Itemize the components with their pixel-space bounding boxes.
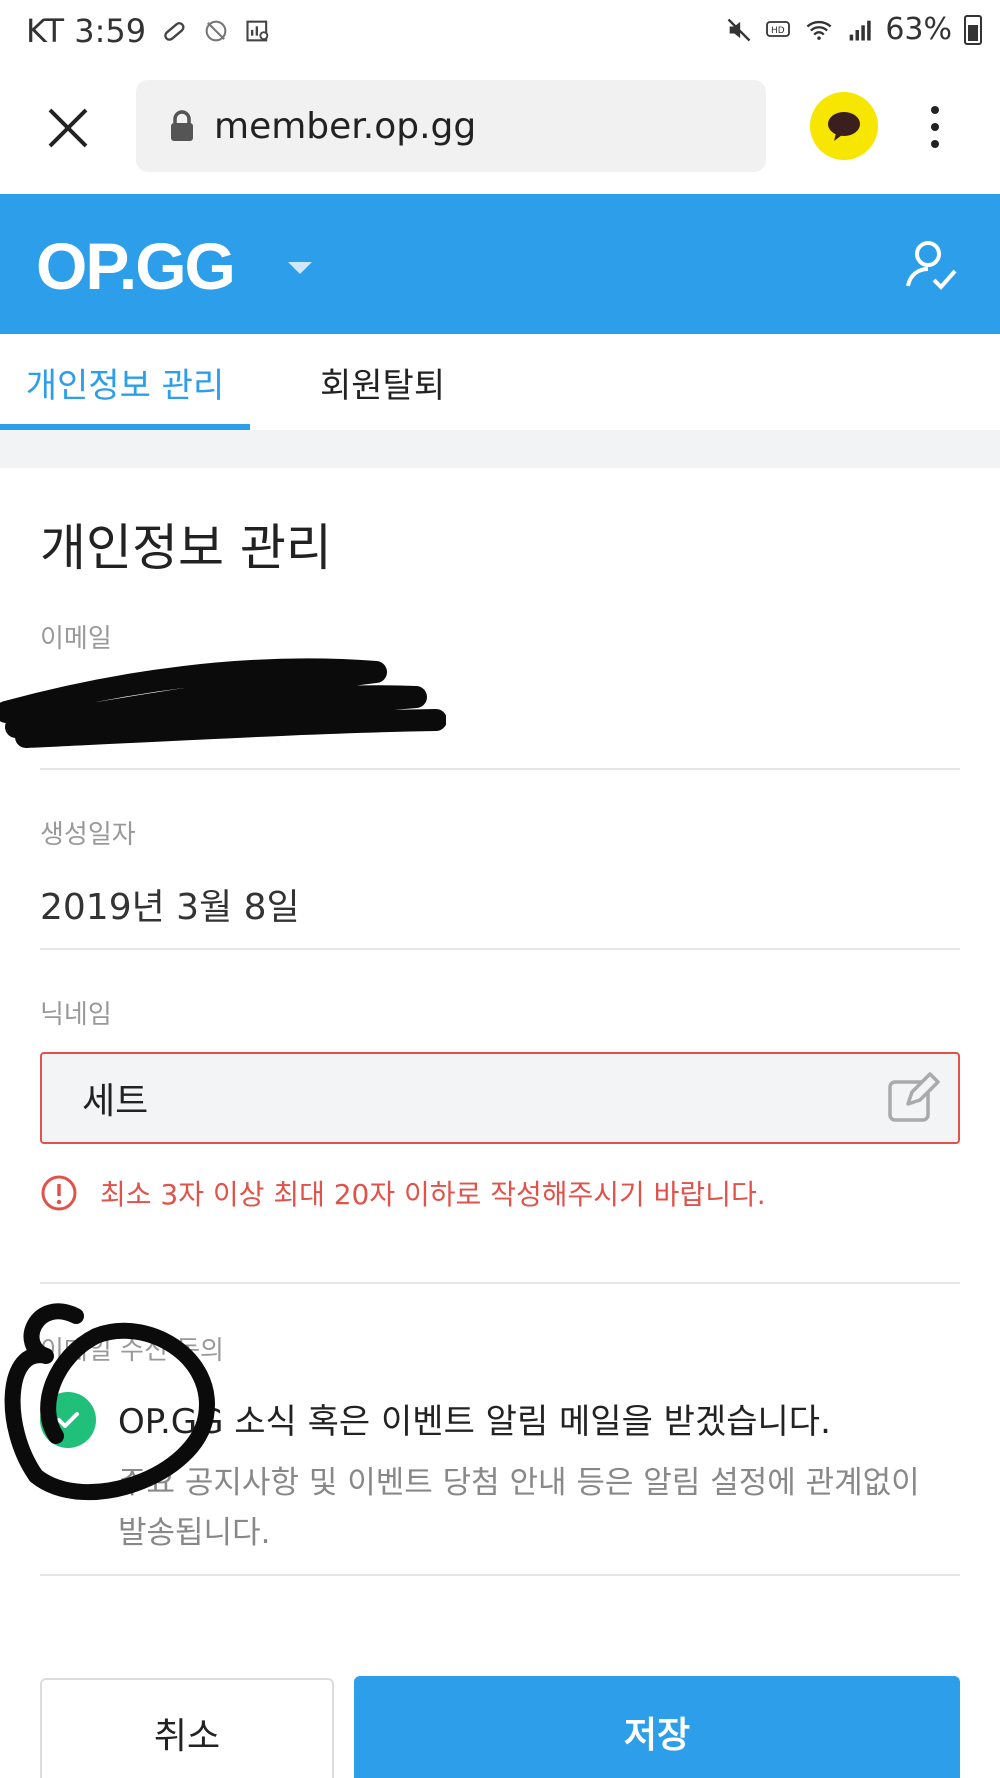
- divider: [40, 1282, 960, 1284]
- divider: [40, 768, 960, 770]
- wifi-icon: [806, 20, 832, 40]
- status-bar: KT 3:59 HD 63%: [0, 0, 1000, 60]
- user-check-icon[interactable]: [902, 236, 960, 294]
- battery-percent: 63%: [885, 12, 952, 47]
- circle-scribble: [4, 1303, 215, 1500]
- close-icon[interactable]: [44, 104, 92, 152]
- site-header: OP.GG: [0, 194, 1000, 334]
- divider: [40, 948, 960, 950]
- battery-icon: [964, 14, 982, 45]
- chart-search-icon: [246, 20, 269, 42]
- opgg-logo[interactable]: OP.GG: [36, 228, 236, 304]
- edit-icon[interactable]: [884, 1070, 940, 1126]
- nickname-error-text: 최소 3자 이상 최대 20자 이하로 작성해주시기 바랍니다.: [100, 1178, 766, 1211]
- more-menu-icon[interactable]: [918, 100, 952, 154]
- pill-icon: [164, 22, 185, 41]
- page-title: 개인정보 관리: [40, 519, 332, 577]
- redaction-scribble: [0, 658, 446, 748]
- nickname-error: 최소 3자 이상 최대 20자 이하로 작성해주시기 바랍니다.: [40, 1170, 820, 1220]
- signal-icon: [849, 20, 871, 40]
- chevron-down-icon[interactable]: [288, 262, 312, 274]
- nickname-value: 세트: [82, 1081, 149, 1122]
- tab-bar: 개인정보 관리 회원탈퇴: [0, 334, 1000, 430]
- consent-note: 주요 공지사항 및 이벤트 당첨 안내 등은 알림 설정에 관계없이 발송됩니다…: [118, 1465, 920, 1551]
- kakao-talk-button[interactable]: [810, 92, 878, 160]
- browser-toolbar: member.op.gg: [0, 60, 1000, 194]
- section-divider: [0, 430, 1000, 468]
- tab-withdraw[interactable]: 회원탈퇴: [320, 334, 445, 430]
- nickname-input[interactable]: 세트: [40, 1052, 960, 1144]
- svg-text:HD: HD: [771, 26, 785, 36]
- chat-bubble-icon: [828, 112, 860, 141]
- created-date-value: 2019년 3월 8일: [40, 887, 300, 928]
- url-text: member.op.gg: [214, 105, 477, 147]
- save-button[interactable]: 저장: [354, 1676, 960, 1778]
- created-date-label: 생성일자: [40, 820, 136, 850]
- tab-personal-info[interactable]: 개인정보 관리: [0, 334, 250, 430]
- sync-off-icon: [205, 20, 227, 42]
- hd-voice-icon: HD: [766, 20, 791, 37]
- cancel-button[interactable]: 취소: [40, 1678, 334, 1778]
- mute-icon: [727, 18, 751, 41]
- nickname-label: 닉네임: [40, 1000, 112, 1030]
- divider: [40, 1574, 960, 1576]
- address-bar[interactable]: member.op.gg: [136, 80, 766, 172]
- carrier-time: KT 3:59: [26, 12, 147, 50]
- lock-icon: [171, 110, 193, 141]
- alert-icon: [41, 1175, 77, 1211]
